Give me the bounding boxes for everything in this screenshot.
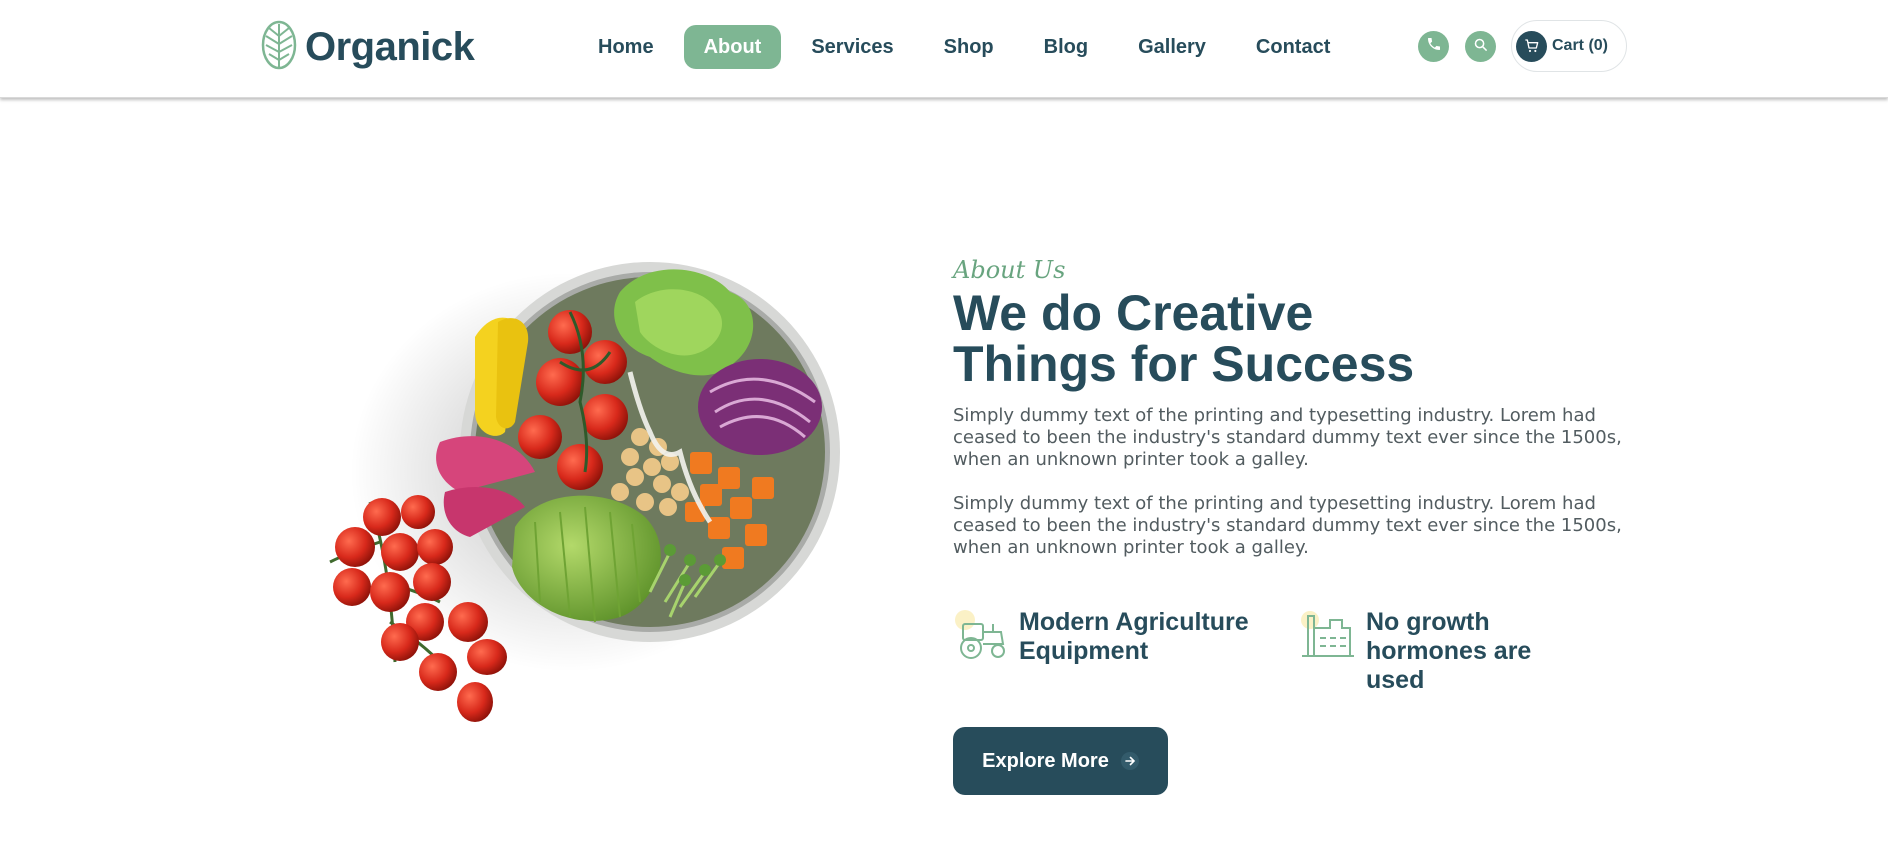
feature-1-line-1: Modern Agriculture [1019,608,1249,636]
main-nav: Home About Services Shop Blog Gallery Co… [578,25,1360,69]
search-icon [1473,37,1488,57]
nav-item-shop[interactable]: Shop [924,25,1014,69]
brand-logo[interactable]: Organick [261,20,475,75]
brand-name: Organick [305,25,475,69]
nav-item-gallery[interactable]: Gallery [1118,25,1226,69]
feature-2-line-1: No growth [1366,608,1490,636]
explore-more-label: Explore More [982,749,1109,772]
cart-icon [1516,30,1547,62]
cart-label: Cart (0) [1552,37,1609,54]
about-paragraph-2: Simply dummy text of the printing and ty… [953,493,1622,558]
section-headline: We do Creative Things for Success [953,288,1473,390]
nav-item-about[interactable]: About [683,25,782,69]
nav-item-services[interactable]: Services [791,25,913,69]
salad-bowl-image [290,262,850,732]
phone-button[interactable] [1418,31,1449,62]
nav-item-contact[interactable]: Contact [1236,25,1350,69]
phone-icon [1426,36,1442,57]
search-button[interactable] [1465,31,1496,62]
factory-icon [1300,608,1356,664]
feature-1-line-2: Equipment [1019,637,1149,665]
cart-button[interactable]: Cart (0) [1511,20,1627,72]
feature-2-line-2: hormones are used [1366,637,1532,694]
headline-line-1: We do Creative [953,285,1314,341]
feature-no-hormones: No growth hormones are used [1300,608,1596,695]
nav-item-blog[interactable]: Blog [1024,25,1108,69]
arrow-right-icon [1120,752,1139,770]
tractor-icon [953,608,1009,664]
feature-agriculture: Modern Agriculture Equipment [953,608,1249,666]
section-tagline: About Us [953,256,1066,284]
about-paragraph-1: Simply dummy text of the printing and ty… [953,405,1622,470]
leaf-logo-icon [261,20,297,75]
headline-line-2: Things for Success [953,336,1415,392]
explore-more-button[interactable]: Explore More [953,727,1168,795]
nav-item-home[interactable]: Home [578,25,674,69]
site-header: Organick Home About Services Shop Blog G… [0,0,1888,98]
